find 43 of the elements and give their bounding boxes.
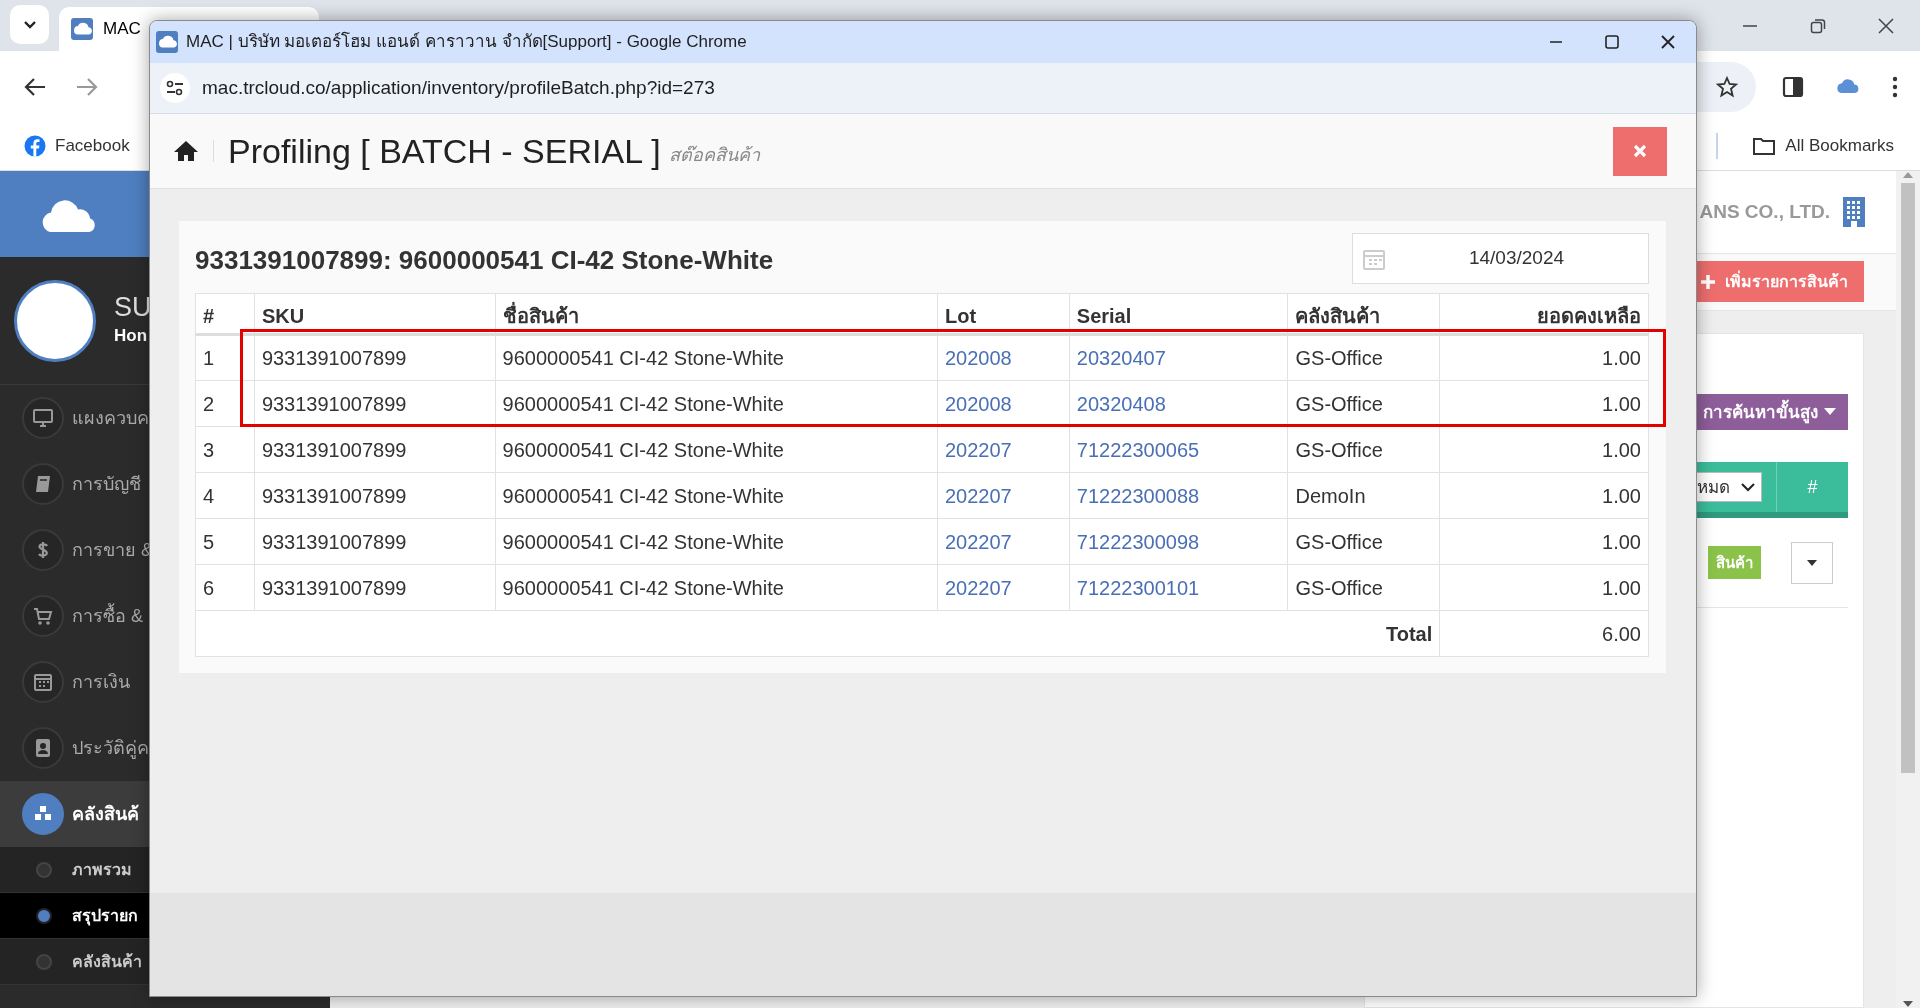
column-header: # xyxy=(1776,462,1848,513)
table-cell: 4 xyxy=(195,472,255,519)
table-cell: 1.00 xyxy=(1439,334,1649,381)
table-cell: 9600000541 CI-42 Stone-White xyxy=(495,472,938,519)
user-name: SU xyxy=(114,292,152,323)
table-cell: 1.00 xyxy=(1439,564,1649,611)
table-cell: 1.00 xyxy=(1439,518,1649,565)
item-heading: 9331391007899: 9600000541 CI-42 Stone-White xyxy=(195,244,774,277)
table-cell: 5 xyxy=(195,518,255,565)
column-header: # xyxy=(195,293,255,335)
table-cell: GS-Office xyxy=(1288,334,1440,381)
table-cell: 9331391007899 xyxy=(254,472,496,519)
table-cell: 9331391007899 xyxy=(254,334,496,381)
column-header: SKU xyxy=(254,293,496,335)
column-header: Lot xyxy=(937,293,1070,335)
company-name: ANS CO., LTD. xyxy=(1699,199,1830,224)
window-title: MAC | บริษัท มอเตอร์โฮม แอนด์ คาราวาน จำกัด[Support] - Google Chrome xyxy=(186,30,747,54)
table-cell: 9600000541 CI-42 Stone-White xyxy=(495,334,938,381)
column-header: ยอดคงเหลือ xyxy=(1439,293,1649,335)
table-cell: DemoIn xyxy=(1288,472,1440,519)
table-cell: 9331391007899 xyxy=(254,426,496,473)
table-cell: GS-Office xyxy=(1288,426,1440,473)
table-cell: 9600000541 CI-42 Stone-White xyxy=(495,518,938,565)
table-cell: 9331391007899 xyxy=(254,564,496,611)
column-header: Serial xyxy=(1069,293,1288,335)
page-title: Profiling [ BATCH - SERIAL ] xyxy=(228,130,661,172)
column-header: คลังสินค้า xyxy=(1288,293,1440,335)
table-cell: GS-Office xyxy=(1288,564,1440,611)
table-cell: 2 xyxy=(195,380,255,427)
table-cell: GS-Office xyxy=(1288,518,1440,565)
total-value: 6.00 xyxy=(1439,610,1649,657)
page-subtitle: สต๊อคสินค้า xyxy=(668,143,760,167)
table-cell: 9600000541 CI-42 Stone-White xyxy=(495,564,938,611)
total-label: Total xyxy=(195,610,1440,657)
table-cell: 3 xyxy=(195,426,255,473)
table-cell: 1 xyxy=(195,334,255,381)
table-cell: 1.00 xyxy=(1439,472,1649,519)
user-role: Hon xyxy=(114,324,149,347)
table-cell: 6 xyxy=(195,564,255,611)
table-cell: 1.00 xyxy=(1439,426,1649,473)
table-cell: 9331391007899 xyxy=(254,518,496,565)
column-header: ชื่อสินค้า xyxy=(495,293,938,335)
table-cell: 9600000541 CI-42 Stone-White xyxy=(495,426,938,473)
